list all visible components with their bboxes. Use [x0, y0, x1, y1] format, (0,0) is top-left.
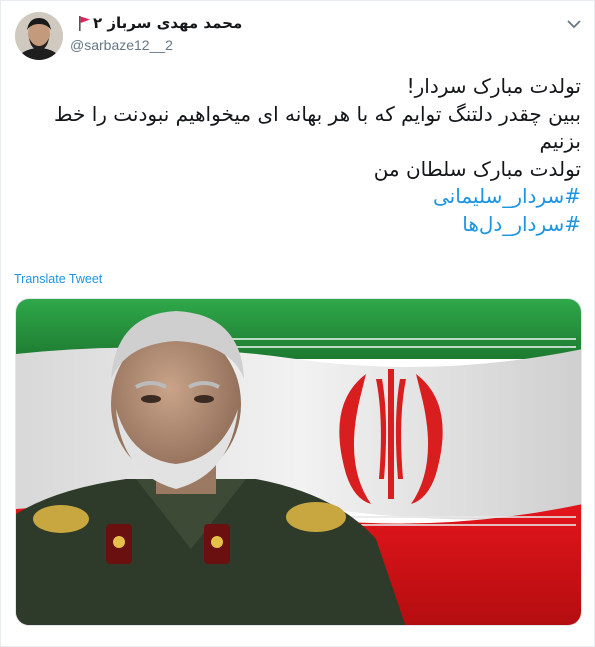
tweet-line: تولدت مبارک سردار!	[406, 74, 581, 98]
hashtag-link[interactable]: #سردار_دل‌ها	[15, 211, 581, 239]
tweet-text: تولدت مبارک سردار! ببین چقدر دلتنگ توایم…	[15, 73, 581, 239]
translate-tweet-link[interactable]: Translate Tweet	[14, 272, 102, 286]
display-name[interactable]: محمد مهدی سرباز ۲	[93, 14, 242, 32]
user-handle[interactable]: @sarbaze12__2	[70, 37, 173, 53]
chevron-down-icon[interactable]	[566, 18, 582, 30]
tweet-line: ببین چقدر دلتنگ توایم که با هر بهانه ای …	[53, 101, 581, 154]
avatar[interactable]	[15, 12, 63, 60]
tweet-media-image[interactable]	[15, 298, 582, 626]
red-flag-icon	[79, 16, 90, 31]
tweet-line: تولدت مبارک سلطان من	[373, 156, 581, 181]
hashtag-link[interactable]: #سردار_سلیمانی	[15, 183, 581, 211]
